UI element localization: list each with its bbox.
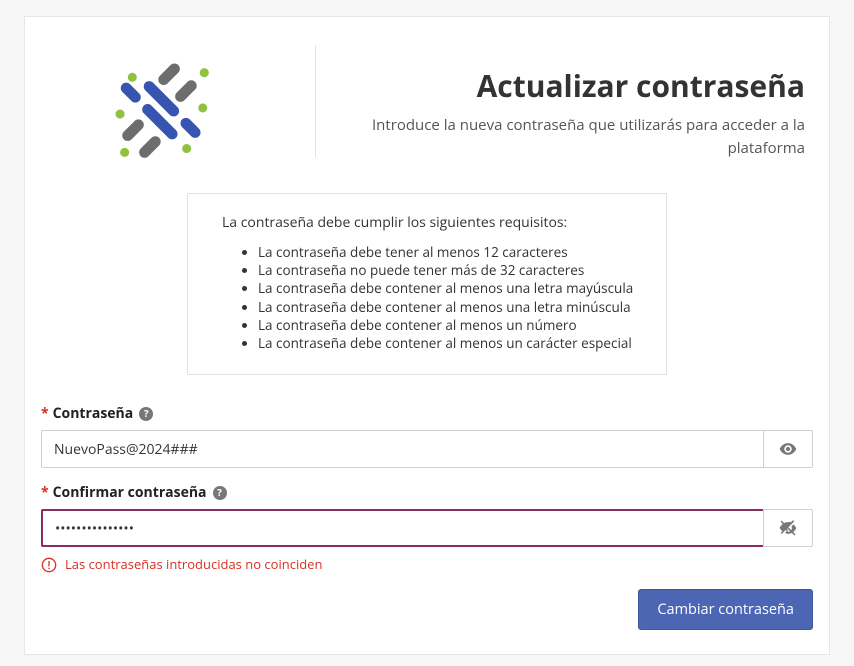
password-label-text: Contraseña (53, 403, 134, 424)
confirm-password-error-text: Las contraseñas introducidas no coincide… (65, 555, 322, 575)
password-label: * Contraseña ? (41, 403, 813, 424)
header-divider (315, 45, 316, 157)
requirements-panel: La contraseña debe cumplir los siguiente… (187, 193, 667, 375)
required-asterisk: * (41, 403, 49, 424)
toggle-confirm-visibility-button[interactable] (763, 509, 813, 547)
requirement-item: La contraseña debe contener al menos un … (258, 334, 638, 352)
confirm-password-input[interactable] (41, 509, 763, 547)
requirement-item: La contraseña debe contener al menos una… (258, 279, 638, 297)
help-icon[interactable]: ? (139, 407, 153, 421)
requirement-item: La contraseña debe tener al menos 12 car… (258, 243, 638, 261)
confirm-password-error: Las contraseñas introducidas no coincide… (41, 555, 813, 575)
card-header: Actualizar contraseña Introduce la nueva… (41, 41, 813, 181)
password-field-row: * Contraseña ? (41, 403, 813, 468)
requirement-item: La contraseña no puede tener más de 32 c… (258, 261, 638, 279)
submit-button[interactable]: Cambiar contraseña (638, 589, 813, 630)
logo (41, 41, 291, 181)
requirement-item: La contraseña debe contener al menos una… (258, 298, 638, 316)
eye-icon (778, 439, 798, 459)
form-actions: Cambiar contraseña (41, 589, 813, 630)
page-subtitle: Introduce la nueva contraseña que utiliz… (340, 114, 805, 159)
error-icon (41, 557, 57, 573)
requirement-item: La contraseña debe contener al menos un … (258, 316, 638, 334)
password-input[interactable] (41, 430, 763, 468)
requirements-list: La contraseña debe tener al menos 12 car… (222, 243, 638, 352)
confirm-password-label: * Confirmar contraseña ? (41, 482, 813, 503)
confirm-password-label-text: Confirmar contraseña (53, 482, 207, 503)
title-block: Actualizar contraseña Introduce la nueva… (340, 63, 813, 159)
eye-off-icon (778, 518, 798, 538)
requirements-heading: La contraseña debe cumplir los siguiente… (222, 212, 638, 233)
confirm-password-field-row: * Confirmar contraseña ? Las contraseñas… (41, 482, 813, 575)
password-update-card: Actualizar contraseña Introduce la nueva… (24, 16, 830, 655)
toggle-password-visibility-button[interactable] (763, 430, 813, 468)
page-title: Actualizar contraseña (340, 63, 805, 108)
help-icon[interactable]: ? (213, 486, 227, 500)
required-asterisk: * (41, 482, 49, 503)
brand-logo-icon (101, 46, 231, 176)
